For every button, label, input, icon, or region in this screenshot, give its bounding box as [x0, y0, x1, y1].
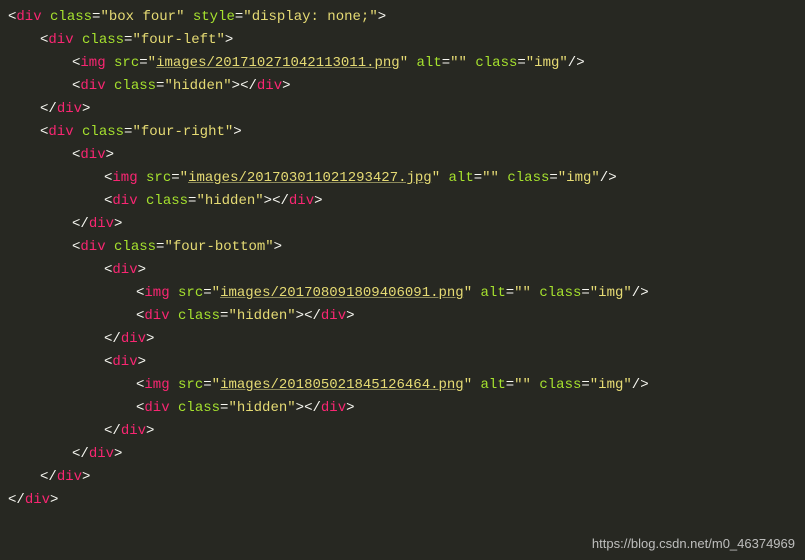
- tag-div: div: [112, 354, 137, 370]
- attr-class: class: [539, 285, 581, 301]
- attr-class: class: [178, 400, 220, 416]
- attr-value: "four-bottom": [164, 239, 273, 255]
- close-tag: div: [257, 78, 282, 94]
- code-line: </div>: [8, 328, 797, 351]
- attr-value: "hidden": [196, 193, 263, 209]
- attr-alt: alt: [417, 55, 442, 71]
- code-line: <div class="four-left">: [8, 29, 797, 52]
- attr-value: "display: none;": [243, 9, 377, 25]
- code-line: <div class="hidden"></div>: [8, 75, 797, 98]
- attr-class: class: [82, 32, 124, 48]
- attr-value: "img": [558, 170, 600, 186]
- code-line: </div>: [8, 213, 797, 236]
- attr-style: style: [193, 9, 235, 25]
- attr-value: "img": [526, 55, 568, 71]
- code-line: <div class="hidden"></div>: [8, 397, 797, 420]
- attr-value: "box four": [100, 9, 184, 25]
- code-line: <div class="four-right">: [8, 121, 797, 144]
- code-line: <img src="images/201710271042113011.png"…: [8, 52, 797, 75]
- attr-value: "": [514, 285, 531, 301]
- close-tag: div: [57, 469, 82, 485]
- attr-value: "four-left": [132, 32, 224, 48]
- code-line: <div>: [8, 351, 797, 374]
- code-line: <img src="images/201708091809406091.png"…: [8, 282, 797, 305]
- code-line: <div class="hidden"></div>: [8, 305, 797, 328]
- attr-class: class: [539, 377, 581, 393]
- attr-alt: alt: [481, 377, 506, 393]
- attr-value: "hidden": [164, 78, 231, 94]
- code-line: <img src="images/201703011021293427.jpg"…: [8, 167, 797, 190]
- image-path: images/201710271042113011.png: [156, 55, 400, 71]
- attr-value: "four-right": [132, 124, 233, 140]
- attr-src: src: [146, 170, 171, 186]
- image-path: images/201703011021293427.jpg: [188, 170, 432, 186]
- attr-value: "img": [590, 377, 632, 393]
- close-tag: div: [321, 400, 346, 416]
- image-path: images/201805021845126464.png: [220, 377, 464, 393]
- code-line: <div>: [8, 144, 797, 167]
- attr-value: "hidden": [228, 308, 295, 324]
- tag-div: div: [112, 193, 137, 209]
- attr-class: class: [114, 239, 156, 255]
- close-tag: div: [121, 331, 146, 347]
- attr-value: "": [482, 170, 499, 186]
- tag-img: img: [112, 170, 137, 186]
- attr-class: class: [475, 55, 517, 71]
- tag-div: div: [80, 239, 105, 255]
- code-block: <div class="box four" style="display: no…: [8, 6, 797, 512]
- attr-src: src: [178, 377, 203, 393]
- tag-div: div: [80, 78, 105, 94]
- tag-div: div: [48, 124, 73, 140]
- tag-div: div: [16, 9, 41, 25]
- attr-src: src: [178, 285, 203, 301]
- tag-img: img: [144, 377, 169, 393]
- code-line: <div class="box four" style="display: no…: [8, 6, 797, 29]
- attr-class: class: [146, 193, 188, 209]
- code-line: <div>: [8, 259, 797, 282]
- tag-img: img: [80, 55, 105, 71]
- code-line: <img src="images/201805021845126464.png"…: [8, 374, 797, 397]
- close-tag: div: [25, 492, 50, 508]
- tag-div: div: [144, 400, 169, 416]
- attr-class: class: [178, 308, 220, 324]
- close-tag: div: [57, 101, 82, 117]
- code-line: <div class="hidden"></div>: [8, 190, 797, 213]
- attr-value: "hidden": [228, 400, 295, 416]
- tag-div: div: [112, 262, 137, 278]
- image-path: images/201708091809406091.png: [220, 285, 464, 301]
- attr-class: class: [82, 124, 124, 140]
- attr-class: class: [114, 78, 156, 94]
- code-line: </div>: [8, 98, 797, 121]
- watermark-text: https://blog.csdn.net/m0_46374969: [592, 533, 795, 554]
- tag-div: div: [48, 32, 73, 48]
- code-line: </div>: [8, 466, 797, 489]
- code-line: <div class="four-bottom">: [8, 236, 797, 259]
- close-tag: div: [89, 216, 114, 232]
- attr-value: "img": [590, 285, 632, 301]
- code-line: </div>: [8, 489, 797, 512]
- attr-alt: alt: [481, 285, 506, 301]
- attr-alt: alt: [449, 170, 474, 186]
- tag-div: div: [144, 308, 169, 324]
- code-line: </div>: [8, 443, 797, 466]
- attr-class: class: [50, 9, 92, 25]
- tag-img: img: [144, 285, 169, 301]
- close-tag: div: [89, 446, 114, 462]
- close-tag: div: [321, 308, 346, 324]
- close-tag: div: [289, 193, 314, 209]
- attr-class: class: [507, 170, 549, 186]
- close-tag: div: [121, 423, 146, 439]
- tag-div: div: [80, 147, 105, 163]
- attr-value: "": [514, 377, 531, 393]
- attr-src: src: [114, 55, 139, 71]
- attr-value: "": [450, 55, 467, 71]
- code-line: </div>: [8, 420, 797, 443]
